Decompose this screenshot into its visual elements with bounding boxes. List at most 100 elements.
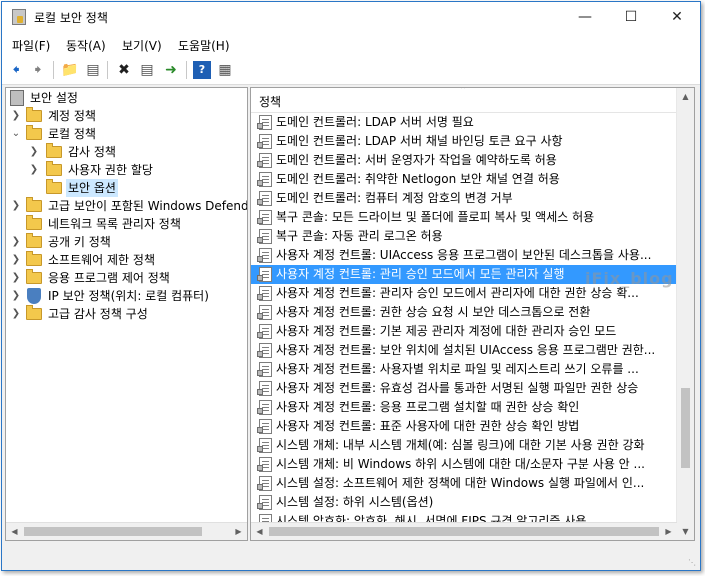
scroll-left-icon[interactable]: ◀ [6, 523, 23, 540]
export-icon[interactable]: ➜ [162, 61, 180, 79]
close-icon[interactable]: ✕ [654, 2, 700, 32]
policy-setting-icon [257, 400, 272, 415]
policy-setting-icon [257, 324, 272, 339]
policy-row[interactable]: 사용자 계정 컨트롤: 기본 제공 관리자 계정에 대한 관리자 승인 모드 [251, 322, 678, 341]
policy-name: 사용자 계정 컨트롤: 보안 위치에 설치된 UIAccess 응용 프로그램만… [276, 343, 656, 357]
chevron-right-icon[interactable]: ❯ [10, 287, 22, 305]
chevron-right-icon[interactable]: ❯ [10, 197, 22, 215]
scroll-thumb[interactable] [681, 388, 690, 468]
policy-list: 도메인 컨트롤러: LDAP 서버 서명 필요도메인 컨트롤러: LDAP 서버… [251, 113, 678, 523]
policy-row[interactable]: 사용자 계정 컨트롤: 보안 위치에 설치된 UIAccess 응용 프로그램만… [251, 341, 678, 360]
chevron-right-icon[interactable]: ❯ [10, 269, 22, 287]
policy-setting-icon [257, 153, 272, 168]
policy-row[interactable]: 사용자 계정 컨트롤: 권한 상승 요청 시 보안 데스크톱으로 전환 [251, 303, 678, 322]
policy-row[interactable]: 도메인 컨트롤러: LDAP 서버 서명 필요 [251, 113, 678, 132]
policy-setting-icon [257, 229, 272, 244]
scroll-up-icon[interactable]: ▲ [677, 88, 694, 105]
tree-item-label: IP 보안 정책(위치: 로컬 컴퓨터) [48, 289, 209, 303]
back-icon[interactable]: 🠸 [7, 61, 25, 79]
status-bar: ⋱ [2, 543, 700, 570]
folder-icon [26, 197, 42, 212]
policy-setting-icon [257, 191, 272, 206]
policy-setting-icon [257, 438, 272, 453]
policy-setting-icon [257, 476, 272, 491]
policy-name: 도메인 컨트롤러: 컴퓨터 계정 암호의 변경 거부 [276, 191, 513, 205]
policy-row[interactable]: 시스템 설정: 하위 시스템(옵션) [251, 493, 678, 512]
ip-security-icon [27, 288, 41, 304]
policy-name: 도메인 컨트롤러: 서버 운영자가 작업을 예약하도록 허용 [276, 153, 557, 167]
policy-name: 도메인 컨트롤러: LDAP 서버 채널 바인딩 토큰 요구 사항 [276, 134, 563, 148]
policy-name: 사용자 계정 컨트롤: 표준 사용자에 대한 권한 상승 확인 방법 [276, 419, 580, 433]
tree-pane: 보안 설정 ❯ 계정 정책 ⌄ 로컬 정책 ❯ 감사 정책 ❯ 사용자 권한 할… [5, 87, 248, 541]
scroll-right-icon[interactable]: ▶ [660, 523, 677, 540]
policy-setting-icon [257, 267, 272, 282]
folder-icon [26, 215, 42, 230]
tree-item-label: 응용 프로그램 제어 정책 [48, 271, 170, 285]
help-icon[interactable]: ? [193, 61, 211, 79]
chevron-right-icon[interactable]: ❯ [28, 143, 40, 161]
forward-icon[interactable]: 🠺 [29, 61, 47, 79]
policy-list-pane: ⌃ 정책 도메인 컨트롤러: LDAP 서버 서명 필요 도메인 컨트롤러: LD… [250, 87, 695, 541]
column-header-policy[interactable]: ⌃ 정책 [251, 88, 676, 113]
folder-icon [46, 179, 62, 194]
scroll-left-icon[interactable]: ◀ [251, 523, 268, 540]
menu-help[interactable]: 도움말(H) [178, 37, 230, 54]
policy-row[interactable]: 사용자 계정 컨트롤: 표준 사용자에 대한 권한 상승 확인 방법 [251, 417, 678, 436]
policy-row[interactable]: 시스템 개체: 비 Windows 하위 시스템에 대한 대/소문자 구분 사용… [251, 455, 678, 474]
scroll-down-icon[interactable]: ▼ [677, 523, 694, 540]
policy-setting-icon [257, 286, 272, 301]
menu-view[interactable]: 보기(V) [122, 37, 162, 54]
chevron-right-icon[interactable]: ❯ [28, 161, 40, 179]
scroll-thumb[interactable] [24, 527, 202, 536]
policy-setting-icon [257, 457, 272, 472]
policy-name: 사용자 계정 컨트롤: 유효성 검사를 통과한 서명된 실행 파일만 권한 상승 [276, 381, 639, 395]
policy-name: 복구 콘솔: 자동 관리 로그온 허용 [276, 229, 443, 243]
tree-item-label: 네트워크 목록 관리자 정책 [48, 217, 181, 231]
console-icon[interactable]: ▦ [216, 61, 234, 79]
policy-name: 사용자 계정 컨트롤: 관리 승인 모드에서 모든 관리자 실행 [276, 267, 565, 281]
chevron-right-icon[interactable]: ❯ [10, 107, 22, 125]
chevron-right-icon[interactable]: ❯ [10, 251, 22, 269]
menu-file[interactable]: 파일(F) [12, 37, 50, 54]
policy-name: 시스템 개체: 내부 시스템 개체(예: 심볼 링크)에 대한 기본 사용 권한… [276, 438, 645, 452]
policy-row[interactable]: 도메인 컨트롤러: 취약한 Netlogon 보안 채널 연결 허용 [251, 170, 678, 189]
policy-row[interactable]: 사용자 계정 컨트롤: UIAccess 응용 프로그램이 보안된 데스크톱을 … [251, 246, 678, 265]
title-bar[interactable]: 로컬 보안 정책 — ☐ ✕ [2, 2, 700, 32]
delete-icon[interactable]: ✖ [115, 61, 133, 79]
tree-horizontal-scrollbar[interactable]: ◀ ▶ [6, 522, 247, 540]
policy-row[interactable]: 도메인 컨트롤러: LDAP 서버 채널 바인딩 토큰 요구 사항 [251, 132, 678, 151]
policy-row[interactable]: 사용자 계정 컨트롤: 유효성 검사를 통과한 서명된 실행 파일만 권한 상승 [251, 379, 678, 398]
list-vertical-scrollbar[interactable]: ▲ ▼ [676, 88, 694, 540]
show-hide-tree-icon[interactable]: ▤ [84, 61, 102, 79]
policy-row[interactable]: 사용자 계정 컨트롤: 응용 프로그램 설치할 때 권한 상승 확인 [251, 398, 678, 417]
scroll-thumb[interactable] [269, 527, 659, 536]
properties-icon[interactable]: ▤ [138, 61, 156, 79]
policy-name: 시스템 설정: 소프트웨어 제한 정책에 대한 Windows 실행 파일에서 … [276, 476, 645, 490]
tree-item-label: 고급 감사 정책 구성 [48, 307, 148, 321]
chevron-right-icon[interactable]: ❯ [10, 305, 22, 323]
folder-open-icon [26, 125, 42, 140]
maximize-icon[interactable]: ☐ [608, 2, 654, 32]
list-horizontal-scrollbar[interactable]: ◀ ▶ [251, 522, 677, 540]
window-title: 로컬 보안 정책 [34, 11, 108, 25]
policy-setting-icon [257, 305, 272, 320]
tree-item-label: 감사 정책 [68, 145, 116, 159]
policy-row[interactable]: 복구 콘솔: 자동 관리 로그온 허용 [251, 227, 678, 246]
policy-row[interactable]: 도메인 컨트롤러: 컴퓨터 계정 암호의 변경 거부 [251, 189, 678, 208]
policy-setting-icon [257, 210, 272, 225]
resize-grip-icon[interactable]: ⋱ [688, 558, 698, 568]
up-folder-icon[interactable]: 📁 [61, 61, 79, 79]
policy-row[interactable]: 도메인 컨트롤러: 서버 운영자가 작업을 예약하도록 허용 [251, 151, 678, 170]
policy-row[interactable]: 사용자 계정 컨트롤: 사용자별 위치로 파일 및 레지스트리 쓰기 오류를 .… [251, 360, 678, 379]
policy-row[interactable]: 시스템 개체: 내부 시스템 개체(예: 심볼 링크)에 대한 기본 사용 권한… [251, 436, 678, 455]
scroll-right-icon[interactable]: ▶ [230, 523, 247, 540]
menu-action[interactable]: 동작(A) [66, 37, 106, 54]
minimize-icon[interactable]: — [562, 2, 608, 32]
toolbar: 🠸 🠺 📁 ▤ ✖ ▤ ➜ ? ▦ [2, 56, 700, 85]
policy-row[interactable]: 시스템 설정: 소프트웨어 제한 정책에 대한 Windows 실행 파일에서 … [251, 474, 678, 493]
tree-item-label: 공개 키 정책 [48, 235, 111, 249]
chevron-right-icon[interactable]: ❯ [10, 233, 22, 251]
chevron-down-icon[interactable]: ⌄ [10, 125, 22, 143]
policy-setting-icon [257, 495, 272, 510]
policy-row[interactable]: 복구 콘솔: 모든 드라이브 및 폴더에 플로피 복사 및 액세스 허용 [251, 208, 678, 227]
